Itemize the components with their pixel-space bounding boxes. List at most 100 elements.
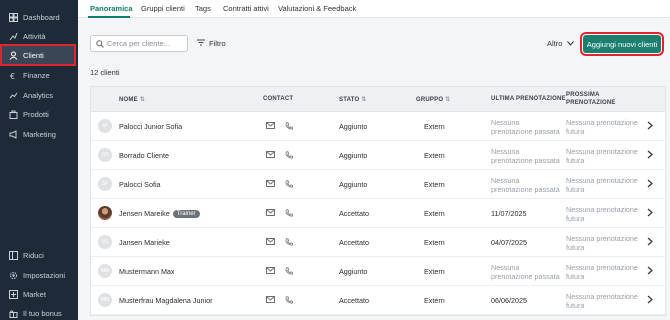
tab-bar: Panoramica Gruppi clienti Tags Contratti… — [78, 0, 670, 18]
add-client-button[interactable]: Aggiungi nuovi clienti — [580, 32, 664, 56]
header-last-booking: ULTIMA PRENOTAZIONE — [491, 96, 566, 102]
filter-icon — [197, 39, 205, 48]
sidebar-item-marketing[interactable]: Marketing — [2, 125, 74, 143]
last-booking: Nessuna prenotazione passata — [491, 176, 560, 194]
header-next-booking: PROSSIMA PRENOTAZIONE — [566, 92, 616, 106]
sidebar-item-attivita[interactable]: Attività — [2, 27, 74, 45]
last-booking: 11/07/2025 — [491, 209, 527, 218]
status: Aggiunto — [339, 122, 368, 131]
phone-icon[interactable] — [285, 209, 293, 219]
group: Extern — [424, 238, 445, 247]
table-row[interactable]: CB Borrado Cliente Aggiunto Extern Nessu… — [91, 141, 665, 170]
mail-icon[interactable] — [266, 296, 275, 305]
avatar: SP — [98, 177, 112, 191]
phone-icon[interactable] — [285, 267, 293, 277]
status: Aggiunto — [339, 180, 368, 189]
sidebar-item-bonus[interactable]: Il tuo bonus — [2, 304, 74, 320]
next-booking: Nessuna prenotazione futura — [566, 292, 638, 310]
chevron-down-icon — [567, 39, 575, 48]
status: Accettato — [339, 209, 369, 218]
client-name[interactable]: Jansen Marieke — [119, 238, 170, 247]
tab-tags[interactable]: Tags — [195, 4, 211, 13]
tab-gruppi-clienti[interactable]: Gruppi clienti — [141, 4, 185, 13]
sidebar-item-market[interactable]: Market — [2, 285, 74, 303]
phone-icon[interactable] — [285, 296, 293, 306]
mail-icon[interactable] — [266, 238, 275, 247]
sidebar-item-dashboard[interactable]: Dashboard — [2, 8, 74, 26]
phone-icon[interactable] — [285, 238, 293, 248]
next-booking: Nessuna prenotazione futura — [566, 234, 638, 252]
table-row[interactable]: Jensen Mareike Trainer Accettato Extern 1… — [91, 199, 665, 228]
next-booking: Nessuna prenotazione futura — [566, 147, 638, 165]
sort-icon: ⇅ — [361, 97, 367, 103]
sidebar-item-impostazioni[interactable]: Impostazioni — [2, 266, 74, 284]
group: Extern — [424, 122, 445, 131]
svg-text:€: € — [10, 72, 15, 80]
sidebar-item-clienti[interactable]: Clienti — [0, 44, 76, 66]
client-name[interactable]: Mustermann Max — [119, 267, 175, 276]
sidebar-item-label: Analytics — [23, 90, 54, 100]
sidebar-item-finanze[interactable]: € Finanze — [2, 66, 74, 84]
header-status[interactable]: STATO ⇅ — [339, 96, 366, 103]
chevron-right-icon[interactable] — [647, 266, 653, 277]
last-booking: 04/07/2025 — [491, 238, 527, 247]
phone-icon[interactable] — [285, 180, 293, 190]
avatar: MM — [98, 293, 112, 307]
search-input[interactable]: Cerca per cliente... — [90, 35, 188, 52]
table-row[interactable]: SP Palocci Junior Sofia Aggiunto Extern … — [91, 112, 665, 141]
sidebar-item-label: Impostazioni — [23, 270, 66, 280]
chevron-right-icon[interactable] — [647, 179, 653, 190]
clients-table: NOME ⇅ CONTACT STATO ⇅ GRUPPO ⇅ ULTIMA P… — [90, 86, 666, 316]
tab-valutazioni-feedback[interactable]: Valutazioni & Feedback — [278, 4, 356, 13]
avatar: SP — [98, 119, 112, 133]
tab-panoramica[interactable]: Panoramica — [90, 4, 133, 13]
client-name[interactable]: Palocci Junior Sofia — [119, 122, 182, 131]
altro-label: Altro — [547, 39, 563, 48]
phone-icon[interactable] — [285, 151, 293, 161]
table-row[interactable]: MM Mustermann Max Aggiunto Extern Nessun… — [91, 257, 665, 286]
next-booking: Nessuna prenotazione futura — [566, 176, 638, 194]
chevron-right-icon[interactable] — [647, 208, 653, 219]
mail-icon[interactable] — [266, 180, 275, 189]
client-name[interactable]: Jensen Mareike Trainer — [119, 209, 200, 218]
sidebar-item-label: Finanze — [23, 70, 50, 80]
header-name[interactable]: NOME ⇅ — [119, 96, 145, 103]
tab-contratti-attivi[interactable]: Contratti attivi — [223, 4, 269, 13]
user-icon — [8, 50, 18, 60]
client-name[interactable]: Borrado Cliente — [119, 151, 169, 160]
sidebar-item-label: Dashboard — [23, 12, 60, 22]
group: Extern — [424, 296, 445, 305]
chevron-right-icon[interactable] — [647, 295, 653, 306]
chevron-right-icon[interactable] — [647, 150, 653, 161]
group: Extern — [424, 209, 445, 218]
table-row[interactable]: MM Musterfrau Magdalena Junior Accettato… — [91, 286, 665, 315]
chevron-right-icon[interactable] — [647, 237, 653, 248]
header-group[interactable]: GRUPPO ⇅ — [416, 96, 450, 103]
settings-icon — [8, 270, 18, 280]
chevron-right-icon[interactable] — [647, 121, 653, 132]
sidebar-item-riduci[interactable]: Riduci — [2, 246, 74, 264]
avatar — [98, 206, 112, 220]
group: Extern — [424, 267, 445, 276]
table-row[interactable]: MJ Jansen Marieke Accettato Extern 04/07… — [91, 228, 665, 257]
phone-icon[interactable] — [285, 122, 293, 132]
sidebar-item-label: Market — [23, 289, 46, 299]
table-row[interactable]: SP Palocci Sofia Aggiunto Extern Nessuna… — [91, 170, 665, 199]
altro-dropdown[interactable]: Altro — [547, 39, 575, 48]
sidebar-item-analytics[interactable]: Analytics — [2, 86, 74, 104]
mail-icon[interactable] — [266, 122, 275, 131]
finance-icon: € — [8, 70, 18, 80]
bonus-icon — [8, 308, 18, 318]
sidebar-item-prodotti[interactable]: Prodotti — [2, 105, 74, 123]
search-placeholder: Cerca per cliente... — [107, 39, 170, 48]
next-booking: Nessuna prenotazione futura — [566, 263, 638, 281]
mail-icon[interactable] — [266, 267, 275, 276]
client-name[interactable]: Musterfrau Magdalena Junior — [119, 296, 213, 305]
mail-icon[interactable] — [266, 209, 275, 218]
sidebar: Dashboard Attività Clienti € Finanze Ana… — [0, 0, 78, 320]
trainer-badge: Trainer — [172, 210, 200, 218]
analytics-icon — [8, 90, 18, 100]
client-name[interactable]: Palocci Sofia — [119, 180, 161, 189]
mail-icon[interactable] — [266, 151, 275, 160]
filter-button[interactable]: Filtro — [197, 39, 226, 48]
